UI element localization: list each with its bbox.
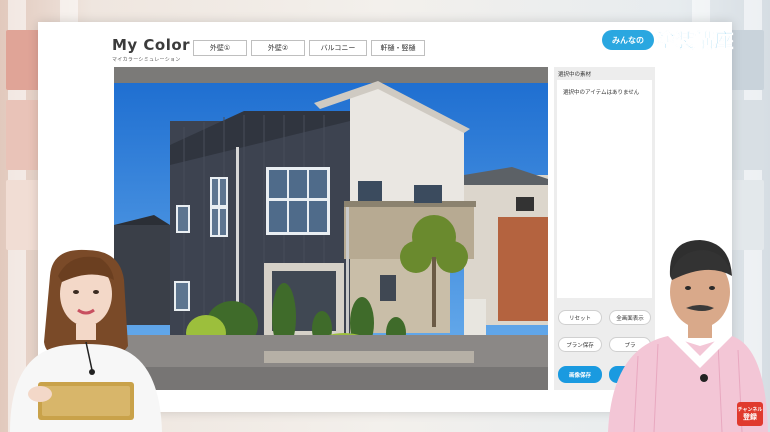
house-image <box>114 67 548 390</box>
save-image-button[interactable]: 画像保存 <box>558 366 602 383</box>
color-block <box>6 30 42 90</box>
house-photo[interactable] <box>114 67 548 390</box>
brand-pill: みんなの <box>602 30 654 50</box>
tab-outer-wall-1[interactable]: 外壁① <box>193 40 247 56</box>
badge-line-2: 登録 <box>743 412 757 421</box>
presenter-left-figure <box>10 249 162 432</box>
color-block <box>728 100 764 170</box>
save-plan-button[interactable]: プラン保存 <box>558 337 602 352</box>
channel-logo: みんなの 塗装講座 <box>598 20 750 60</box>
logo-subtitle: マイカラーシミュレーション <box>112 57 181 63</box>
tab-gutters[interactable]: 軒樋・竪樋 <box>371 40 425 56</box>
subscribe-badge[interactable]: チャンネル 登録 <box>737 402 763 426</box>
app-logo: My Color マイカラーシミュレーション <box>112 36 190 63</box>
logo-text: My Color <box>112 36 191 54</box>
tab-balcony[interactable]: バルコニー <box>309 40 367 56</box>
brand-title: 塗装講座 <box>656 30 735 53</box>
panel-title: 選択中の素材 <box>558 72 592 78</box>
color-block <box>6 180 42 250</box>
tab-outer-wall-2[interactable]: 外壁② <box>251 40 305 56</box>
color-block <box>6 100 42 170</box>
part-tabs: 外壁① 外壁② バルコニー 軒樋・竪樋 <box>193 40 425 56</box>
reset-button[interactable]: リセット <box>558 310 602 325</box>
empty-message: 選択中のアイテムはありません <box>563 90 640 96</box>
presenter-left <box>0 246 168 432</box>
